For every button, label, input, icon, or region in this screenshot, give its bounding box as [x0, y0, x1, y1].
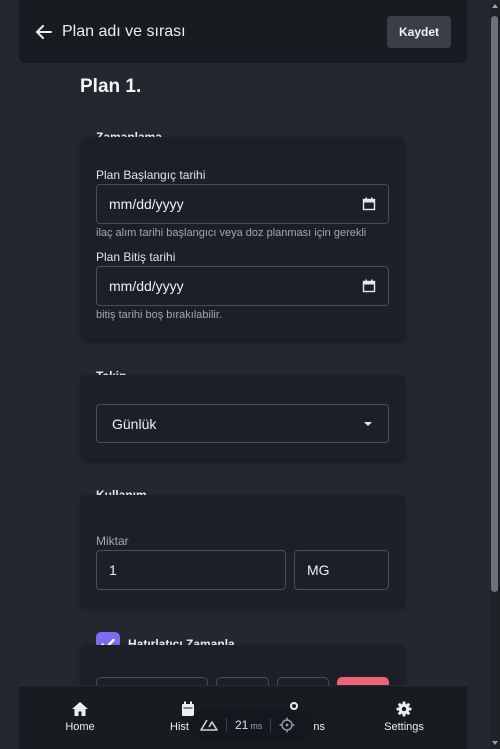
amount-label: Miktar [96, 534, 129, 548]
scrollbar-thumb[interactable] [491, 16, 498, 592]
tracking-select[interactable]: Günlük [96, 404, 389, 443]
start-date-label: Plan Başlangıç tarihi [96, 168, 206, 182]
tracking-selected-value: Günlük [112, 415, 157, 432]
home-icon [72, 702, 88, 716]
arrow-left-icon [36, 24, 52, 39]
tracking-card: Günlük [81, 375, 405, 460]
back-button[interactable] [33, 21, 55, 43]
top-app-bar: Plan adı ve sırası Kaydet [19, 0, 467, 63]
start-date-value: mm/dd/yyyy [109, 196, 184, 212]
calendar-picker-icon[interactable] [362, 197, 376, 211]
nuxt-logo-icon [200, 719, 218, 731]
end-date-helper: bitiş tarihi boş bırakılabilir. [96, 309, 222, 321]
gear-icon [396, 701, 412, 717]
amount-value: 1 [109, 562, 117, 578]
scrollbar[interactable] [490, 0, 500, 749]
calendar-picker-icon[interactable] [362, 279, 376, 293]
divider [270, 718, 272, 732]
page-title: Plan adı ve sırası [62, 22, 186, 40]
nav-item-home[interactable]: Home [35, 700, 125, 733]
nav-label-settings: Settings [384, 721, 424, 733]
unit-input[interactable]: MG [294, 550, 389, 590]
crosshair-icon[interactable] [279, 717, 295, 733]
chevron-down-icon [364, 421, 372, 426]
end-date-label: Plan Bitiş tarihi [96, 250, 176, 264]
start-date-helper: ilaç alım tarihi başlangıcı veya doz pla… [96, 227, 367, 239]
amount-input[interactable]: 1 [96, 550, 286, 590]
perf-value: 21 ms [235, 718, 263, 732]
start-date-input[interactable]: mm/dd/yyyy [96, 184, 389, 224]
unit-value: MG [307, 562, 330, 578]
plan-title: Plan 1. [80, 76, 142, 97]
end-date-value: mm/dd/yyyy [109, 278, 184, 294]
usage-card: Miktar 1 MG [81, 495, 405, 607]
end-date-input[interactable]: mm/dd/yyyy [96, 266, 389, 306]
schedule-card: Plan Başlangıç tarihi mm/dd/yyyy ilaç al… [81, 137, 405, 340]
save-button[interactable]: Kaydet [387, 16, 451, 48]
divider [226, 718, 227, 732]
scroll-up-arrow-icon[interactable] [492, 4, 498, 8]
scroll-down-arrow-icon[interactable] [492, 741, 498, 745]
nav-item-settings[interactable]: Settings [359, 700, 449, 733]
nav-label-home: Home [65, 721, 95, 733]
devtools-perf-pill[interactable]: 21 ms [190, 710, 314, 740]
